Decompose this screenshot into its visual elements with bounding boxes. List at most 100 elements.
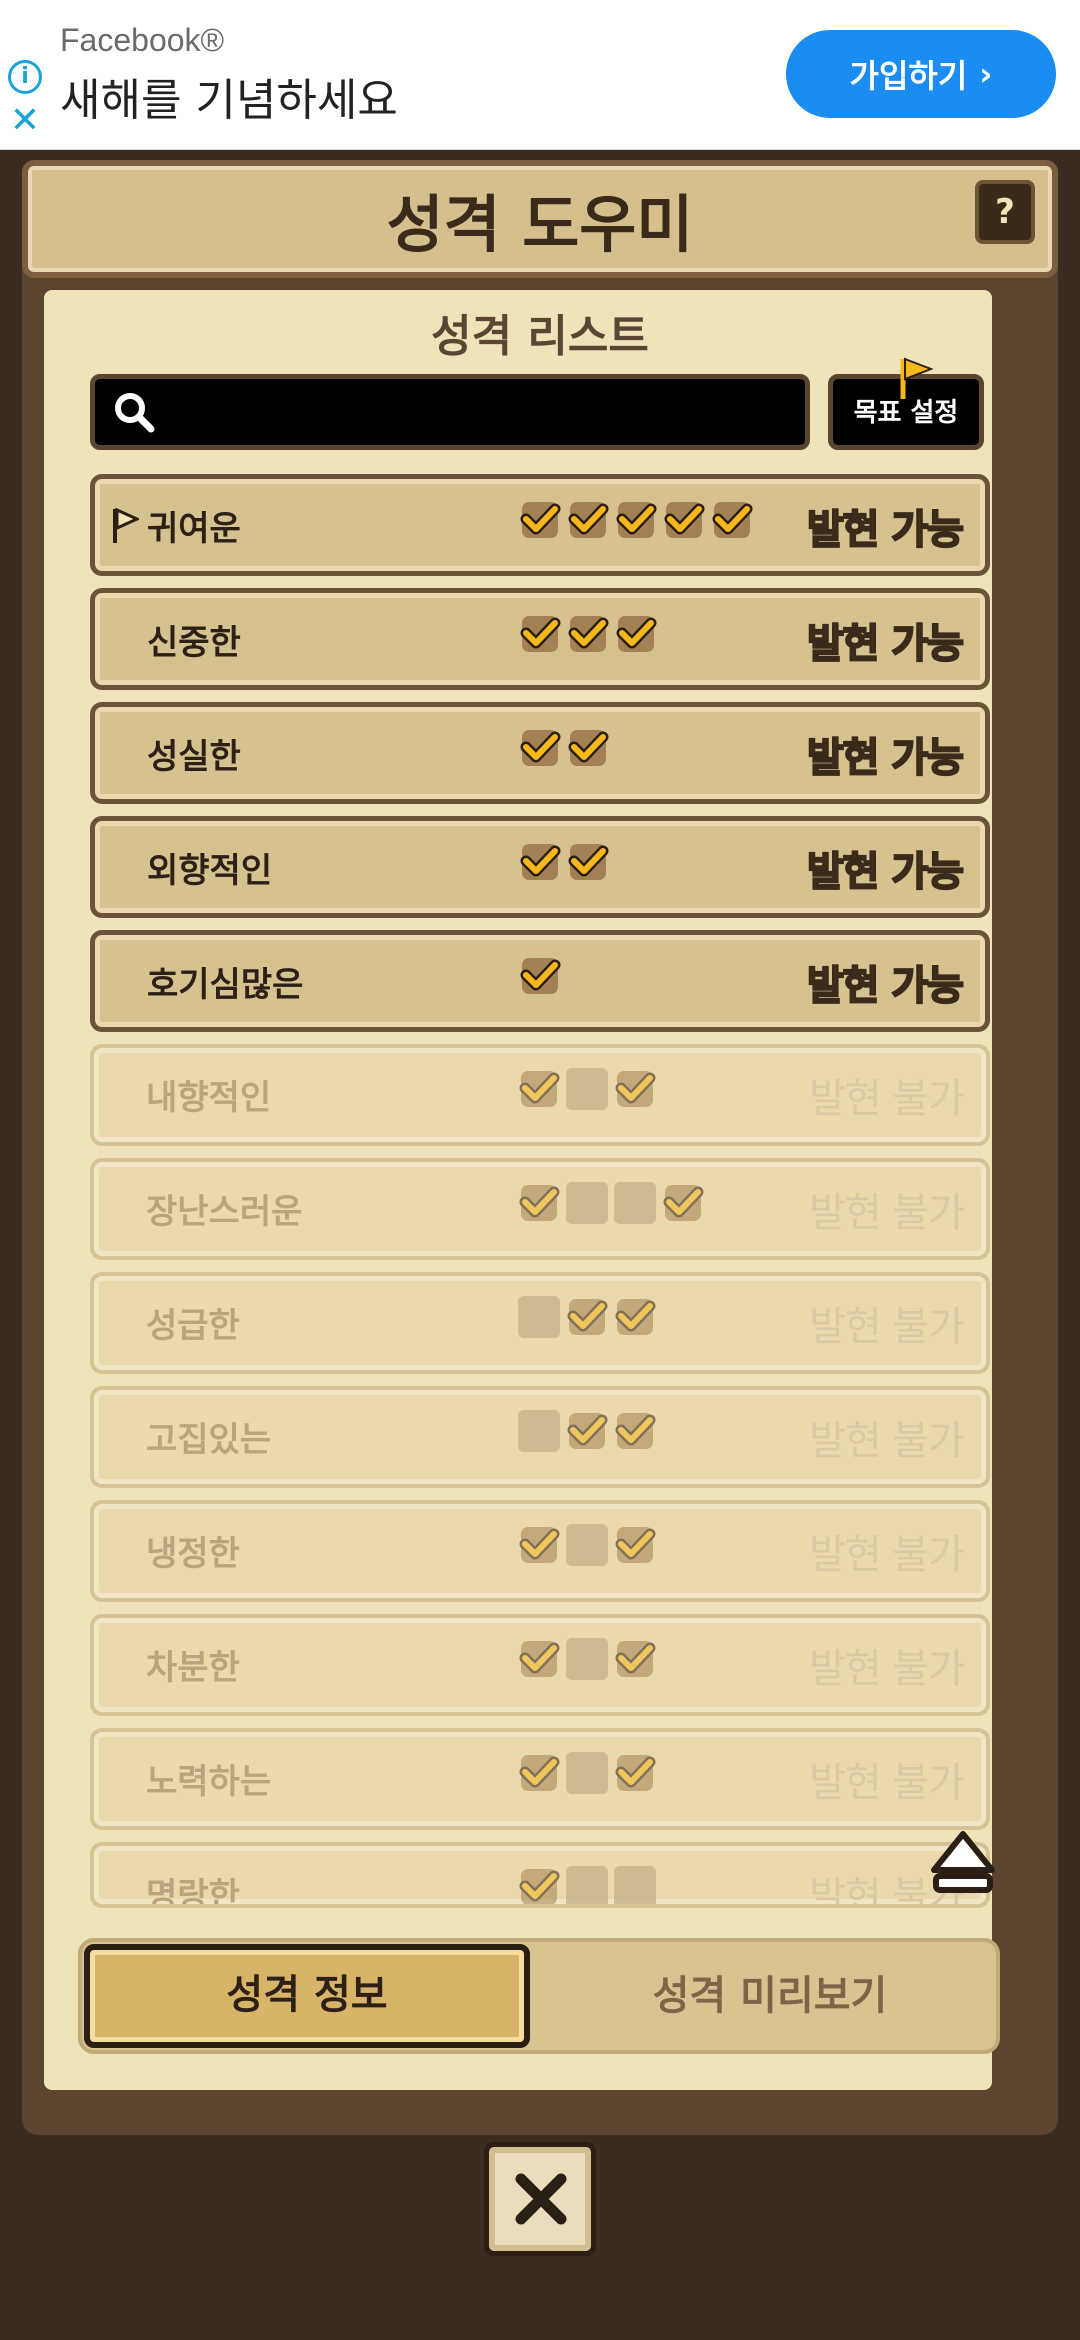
check-icon	[519, 613, 561, 655]
check-icon	[519, 955, 561, 997]
flag-icon	[900, 357, 933, 399]
check-icon	[615, 613, 657, 655]
empty-slot-icon	[518, 1410, 560, 1452]
ad-brand: Facebook®	[60, 22, 225, 58]
tab-personality-info[interactable]: 성격 정보	[84, 1944, 530, 2048]
personality-name: 호기심많은	[147, 965, 304, 1005]
empty-slot-icon	[518, 1296, 560, 1338]
list-item[interactable]: 성급한 발현 불가	[90, 1272, 990, 1374]
empty-slot-icon	[566, 1068, 608, 1110]
empty-slot-icon	[566, 1524, 608, 1566]
personality-name: 노력하는	[146, 1762, 272, 1802]
check-icon	[663, 499, 705, 541]
empty-slot-icon	[566, 1752, 608, 1794]
check-icon	[518, 1866, 560, 1904]
check-icon	[518, 1182, 560, 1224]
list-item[interactable]: 내향적인 발현 불가	[90, 1044, 990, 1146]
personality-name: 차분한	[146, 1648, 240, 1688]
check-icon	[614, 1752, 656, 1794]
close-button[interactable]	[484, 2142, 596, 2256]
help-button[interactable]: ?	[975, 180, 1035, 244]
condition-marks	[519, 613, 657, 655]
status-badge: 발현 가능	[806, 620, 965, 668]
chevron-right-icon: ›	[979, 55, 993, 93]
list-item[interactable]: 성실한 발현 가능	[90, 702, 990, 804]
status-badge: 발현 가능	[806, 506, 965, 554]
condition-marks	[519, 499, 753, 541]
personality-name: 신중한	[147, 623, 241, 663]
close-icon[interactable]: ✕	[8, 103, 42, 139]
condition-marks	[518, 1296, 656, 1338]
check-icon	[518, 1752, 560, 1794]
personality-name: 명랑한	[146, 1876, 240, 1908]
goal-setting-button[interactable]: 목표 설정	[828, 357, 984, 450]
list-item[interactable]: 노력하는 발현 불가	[90, 1728, 990, 1830]
search-icon	[115, 393, 155, 433]
status-badge: 발현 가능	[806, 734, 965, 782]
list-item[interactable]: 외향적인 발현 가능	[90, 816, 990, 918]
condition-marks	[518, 1752, 656, 1794]
personality-name: 성실한	[147, 737, 241, 777]
empty-slot-icon	[566, 1638, 608, 1680]
search-input[interactable]	[90, 374, 810, 450]
personality-name: 냉정한	[146, 1534, 240, 1574]
status-badge: 발현 불가	[809, 1076, 965, 1122]
ad-headline: 새해를 기념하세요	[60, 75, 398, 126]
info-icon[interactable]: i	[8, 60, 42, 94]
status-badge: 발현 불가	[809, 1760, 965, 1806]
goal-setting-label: 목표 설정	[853, 398, 959, 428]
list-item[interactable]: 냉정한 발현 불가	[90, 1500, 990, 1602]
condition-marks	[518, 1638, 656, 1680]
list-item[interactable]: 장난스러운 발현 불가	[90, 1158, 990, 1260]
check-icon	[519, 841, 561, 883]
scroll-to-top-icon[interactable]	[928, 1828, 998, 1898]
condition-marks	[518, 1182, 704, 1224]
status-badge: 발현 불가	[809, 1532, 965, 1578]
condition-marks	[519, 727, 609, 769]
personality-name: 내향적인	[146, 1078, 272, 1118]
condition-marks	[519, 955, 561, 997]
personality-name: 성급한	[146, 1306, 240, 1346]
check-icon	[519, 727, 561, 769]
close-x-icon	[515, 2173, 567, 2225]
personality-name: 외향적인	[147, 851, 273, 891]
personality-name: 장난스러운	[146, 1192, 303, 1232]
personality-name: 귀여운	[147, 509, 241, 549]
check-icon	[615, 499, 657, 541]
check-icon	[566, 1410, 608, 1452]
status-badge: 발현 불가	[809, 1190, 965, 1236]
check-icon	[711, 499, 753, 541]
ad-signup-button[interactable]: 가입하기 ›	[786, 30, 1056, 118]
list-item[interactable]: 차분한 발현 불가	[90, 1614, 990, 1716]
status-badge: 발현 불가	[809, 1646, 965, 1692]
personality-name: 고집있는	[146, 1420, 272, 1460]
panel-header: 성격 도우미	[22, 160, 1058, 278]
tab-personality-preview[interactable]: 성격 미리보기	[540, 1944, 1000, 2048]
empty-slot-icon	[614, 1182, 656, 1224]
check-icon	[518, 1638, 560, 1680]
condition-marks	[519, 841, 609, 883]
check-icon	[662, 1182, 704, 1224]
check-icon	[518, 1068, 560, 1110]
status-badge: 발현 불가	[809, 1304, 965, 1350]
ad-banner[interactable]: i ✕ Facebook® 새해를 기념하세요 가입하기 ›	[0, 0, 1080, 150]
check-icon	[614, 1296, 656, 1338]
empty-slot-icon	[614, 1866, 656, 1904]
ad-signup-label: 가입하기	[849, 57, 968, 95]
check-icon	[567, 613, 609, 655]
list-item[interactable]: 명랑한 발현 불가	[90, 1842, 990, 1908]
empty-slot-icon	[566, 1866, 608, 1904]
condition-marks	[518, 1524, 656, 1566]
list-item[interactable]: 신중한 발현 가능	[90, 588, 990, 690]
list-item[interactable]: 호기심많은 발현 가능	[90, 930, 990, 1032]
list-item[interactable]: 고집있는 발현 불가	[90, 1386, 990, 1488]
check-icon	[567, 841, 609, 883]
status-badge: 발현 가능	[806, 962, 965, 1010]
page-title: 성격 도우미	[386, 188, 694, 261]
check-icon	[567, 499, 609, 541]
empty-slot-icon	[566, 1182, 608, 1224]
check-icon	[567, 727, 609, 769]
status-badge: 발현 불가	[809, 1418, 965, 1464]
list-item[interactable]: 귀여운 발현 가능	[90, 474, 990, 576]
check-icon	[566, 1296, 608, 1338]
